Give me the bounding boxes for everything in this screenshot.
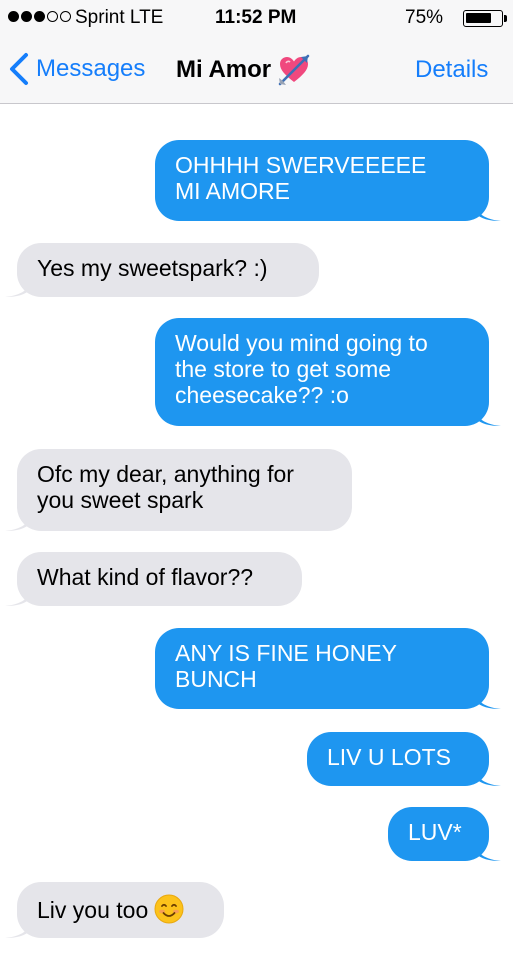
message-bubble-received[interactable]: Liv you too [5, 882, 224, 938]
battery-percentage: 75% [405, 7, 444, 28]
bubble-tail [5, 916, 31, 938]
bubble-tail [475, 764, 501, 786]
back-button-label: Messages [36, 55, 146, 82]
conversation-title: Mi Amor [176, 53, 311, 87]
bubble-tail [5, 509, 31, 531]
chevron-left-icon [10, 53, 28, 85]
heart-with-arrow-icon [278, 54, 310, 86]
message-text: LUV* [408, 819, 462, 845]
signal-strength-icon [8, 11, 71, 22]
bubble-tail [5, 275, 31, 297]
details-button[interactable]: Details [415, 56, 488, 84]
message-text: Yes my sweetspark? :) [37, 255, 268, 281]
message-text: Liv you too [37, 897, 149, 923]
message-bubble-received[interactable]: Ofc my dear, anything for you sweet spar… [5, 449, 352, 531]
message-bubble-received[interactable]: Yes my sweetspark? :) [5, 243, 319, 297]
bubble-tail [475, 839, 501, 861]
back-button[interactable]: Messages [6, 52, 145, 86]
bubble-tail [475, 199, 501, 221]
status-time: 11:52 PM [215, 7, 297, 28]
bubble-tail [5, 584, 31, 606]
battery-icon [463, 10, 503, 27]
smiling-face-icon [154, 894, 184, 924]
message-bubble-sent[interactable]: LIV U LOTS [307, 732, 501, 786]
message-bubble-sent[interactable]: ANY IS FINE HONEY BUNCH [155, 628, 501, 709]
battery-tip [504, 15, 507, 22]
message-text: OHHHH SWERVEEEEE MI AMORE [175, 152, 427, 204]
contact-name: Mi Amor [176, 56, 272, 83]
message-bubble-sent[interactable]: OHHHH SWERVEEEEE MI AMORE [155, 140, 501, 221]
message-bubble-sent[interactable]: Would you mind going to the store to get… [155, 318, 501, 426]
message-bubble-sent[interactable]: LUV* [388, 807, 501, 861]
bubble-tail [475, 404, 501, 426]
bubble-tail [475, 687, 501, 709]
carrier-label: Sprint LTE [75, 7, 164, 28]
message-text: Ofc my dear, anything for you sweet spar… [37, 461, 294, 513]
message-text: Would you mind going to the store to get… [175, 330, 428, 408]
message-bubble-received[interactable]: What kind of flavor?? [5, 552, 302, 606]
message-text: LIV U LOTS [327, 744, 451, 770]
status-bar: Sprint LTE 11:52 PM 75% [0, 0, 513, 36]
message-text: ANY IS FINE HONEY BUNCH [175, 640, 397, 692]
message-text: What kind of flavor?? [37, 564, 254, 590]
navigation-bar: Messages Mi Amor Details [0, 36, 513, 104]
